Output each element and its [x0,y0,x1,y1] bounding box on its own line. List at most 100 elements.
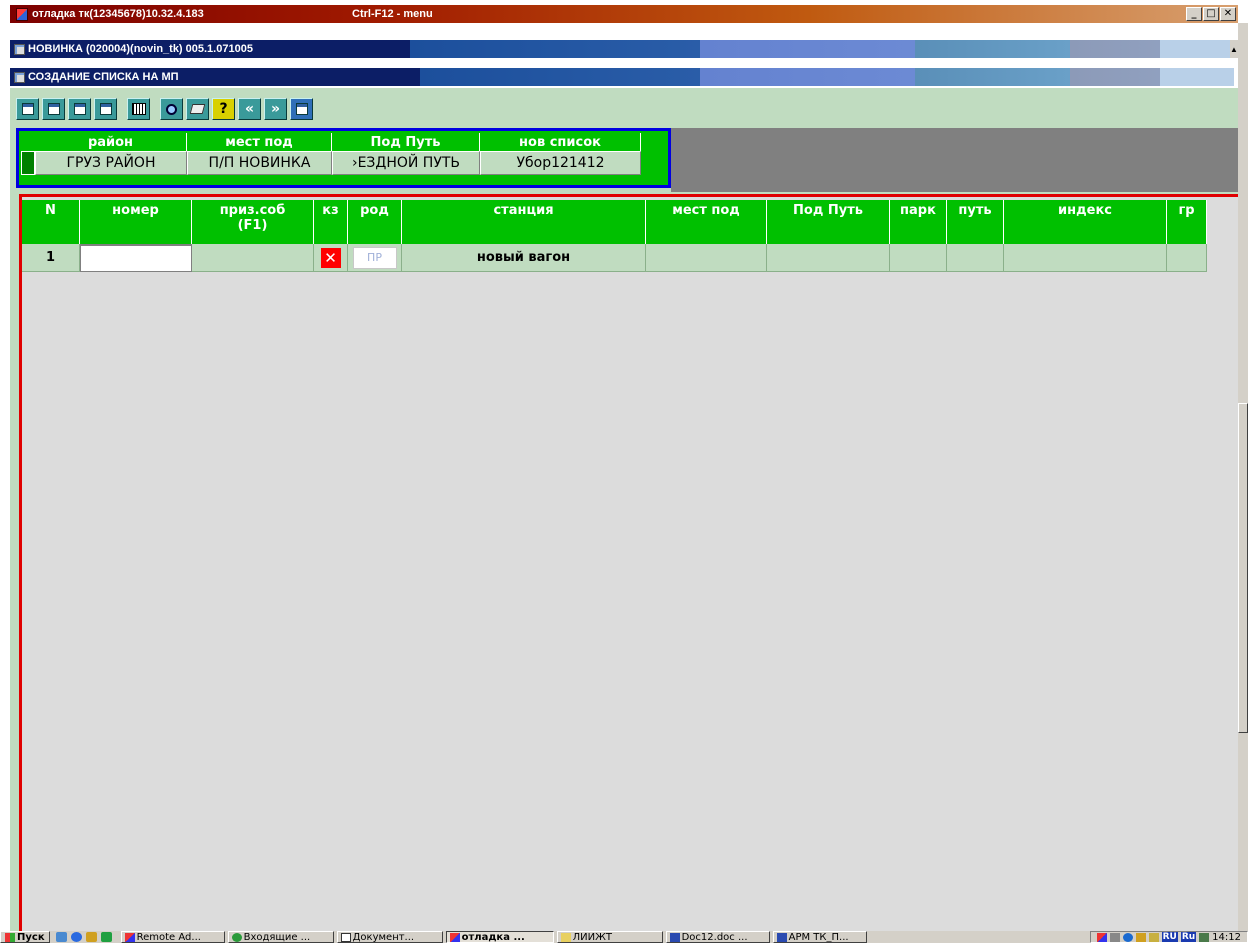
search-icon[interactable] [160,98,183,120]
task-liizht-folder[interactable]: ЛИИЖТ [556,931,663,943]
rod-field[interactable]: ПР [352,246,397,269]
subwindow-titlebar-create-list[interactable]: СОЗДАНИЕ СПИСКА НА МП [10,68,1234,86]
app-launcher-icon[interactable] [85,932,97,942]
exit-icon[interactable] [290,98,313,120]
clock-app-icon[interactable] [100,932,112,942]
desktop-icon[interactable] [55,932,67,942]
number-input[interactable] [80,244,192,272]
inbox-icon [231,932,242,942]
browser-icon[interactable] [70,932,82,942]
tree-view-icon[interactable] [68,98,91,120]
vertical-scrollbar[interactable] [1238,23,1248,931]
windows-flag-icon [5,932,15,942]
menu-hint: Ctrl-F12 - menu [352,8,433,20]
filter-header-place: мест под [187,133,332,151]
delete-mark-icon[interactable]: ✕ [320,247,341,268]
word-doc-icon [669,932,680,942]
toolbar: ? « » [16,96,313,122]
subwindow-title-novinka: НОВИНКА (020004)(novin_tk) 005.1.071005 [28,43,253,55]
task-inbox[interactable]: Входящие ... [227,931,334,943]
subwindow-title-create-list: СОЗДАНИЕ СПИСКА НА МП [28,71,179,83]
window-titlebar[interactable]: отладка тк(12345678)10.32.4.183 Ctrl-F12… [10,5,1238,23]
cell-place[interactable] [646,244,767,272]
window-title: отладка тк(12345678)10.32.4.183 [32,8,204,20]
network-icon[interactable] [1122,932,1133,942]
quick-launch [50,932,118,942]
cell-park[interactable] [890,244,947,272]
taskbar: Пуск Remote Ad... Входящие ... Документ.… [0,931,1248,943]
remote-admin-icon [124,932,135,942]
mail-icon [340,932,351,942]
table-row[interactable]: 1 ✕ ПР новый вагон [22,244,1207,272]
task-doc12[interactable]: Doc12.doc ... [665,931,770,943]
filter-panel: район ГРУЗ РАЙОН мест под П/П НОВИНКА По… [16,128,671,188]
filter-header-district: район [35,133,187,151]
filter-value-new-list[interactable]: Убор121412 [480,151,641,175]
service-icon[interactable] [1135,932,1146,942]
panel-background [671,128,1238,192]
window-controls: _ □ ✕ [1186,7,1236,21]
filter-value-track[interactable]: ›ЕЗДНОЙ ПУТЬ [332,151,480,175]
tray-extra-icon[interactable] [1199,932,1210,942]
language-indicator[interactable]: RU [1161,932,1178,942]
next-icon[interactable]: » [264,98,287,120]
task-documents[interactable]: Документ... [336,931,443,943]
filter-row-marker [21,133,35,175]
maximize-button[interactable]: □ [1203,7,1219,21]
subwindow-titlebar-novinka[interactable]: НОВИНКА (020004)(novin_tk) 005.1.071005 [10,40,1238,58]
grid-header-row: N номер приз.соб (F1) кз род станция мес… [22,200,1207,244]
cell-n: 1 [22,244,80,272]
previous-icon[interactable]: « [238,98,261,120]
start-label: Пуск [17,931,45,943]
word-doc-icon [776,932,787,942]
col-header-station[interactable]: станция [402,200,646,244]
close-button[interactable]: ✕ [1220,7,1236,21]
volume-icon[interactable] [1109,932,1120,942]
window-icon [14,71,25,83]
col-header-place[interactable]: мест под [646,200,767,244]
task-remote-admin[interactable]: Remote Ad... [120,931,225,943]
filter-value-place[interactable]: П/П НОВИНКА [187,151,332,175]
cell-kz[interactable]: ✕ [314,244,348,272]
col-header-rod[interactable]: род [348,200,402,244]
cell-track[interactable] [767,244,890,272]
col-header-park[interactable]: парк [890,200,947,244]
minimize-button[interactable]: _ [1186,7,1202,21]
col-header-number[interactable]: номер [80,200,192,244]
col-header-sign[interactable]: приз.соб (F1) [192,200,314,244]
cell-index[interactable] [1004,244,1167,272]
add-row-icon[interactable] [42,98,65,120]
save-icon[interactable] [186,98,209,120]
debug-app-icon [449,932,460,942]
scrollbar-thumb[interactable] [1238,403,1248,733]
col-header-n[interactable]: N [22,200,80,244]
scroll-up-arrow-icon[interactable]: ▲ [1230,40,1238,58]
cell-rod[interactable]: ПР [348,244,402,272]
wagon-grid: N номер приз.соб (F1) кз род станция мес… [19,194,1238,931]
cell-station[interactable]: новый вагон [402,244,646,272]
task-debug[interactable]: отладка ... [445,931,554,943]
help-icon[interactable]: ? [212,98,235,120]
table-columns-icon[interactable] [127,98,150,120]
col-header-way[interactable]: путь [947,200,1004,244]
window-icon [14,43,25,55]
task-arm-tk[interactable]: АРМ ТК_П... [772,931,867,943]
insert-row-icon[interactable] [16,98,39,120]
col-header-index[interactable]: индекс [1004,200,1167,244]
filter-header-track: Под Путь [332,133,480,151]
col-header-kz[interactable]: кз [314,200,348,244]
system-tray: RU Ru 14:12 [1089,931,1248,943]
tree-expand-icon[interactable] [94,98,117,120]
app-icon [16,7,28,21]
service2-icon[interactable] [1148,932,1159,942]
start-button[interactable]: Пуск [0,931,50,943]
keyboard-layout-indicator[interactable]: Ru [1180,932,1197,942]
cell-sign[interactable] [192,244,314,272]
cell-way[interactable] [947,244,1004,272]
col-header-gr[interactable]: гр [1167,200,1207,244]
filter-value-district[interactable]: ГРУЗ РАЙОН [35,151,187,175]
app-tray-icon[interactable] [1096,932,1107,942]
cell-gr[interactable] [1167,244,1207,272]
col-header-track[interactable]: Под Путь [767,200,890,244]
clock: 14:12 [1212,931,1241,943]
